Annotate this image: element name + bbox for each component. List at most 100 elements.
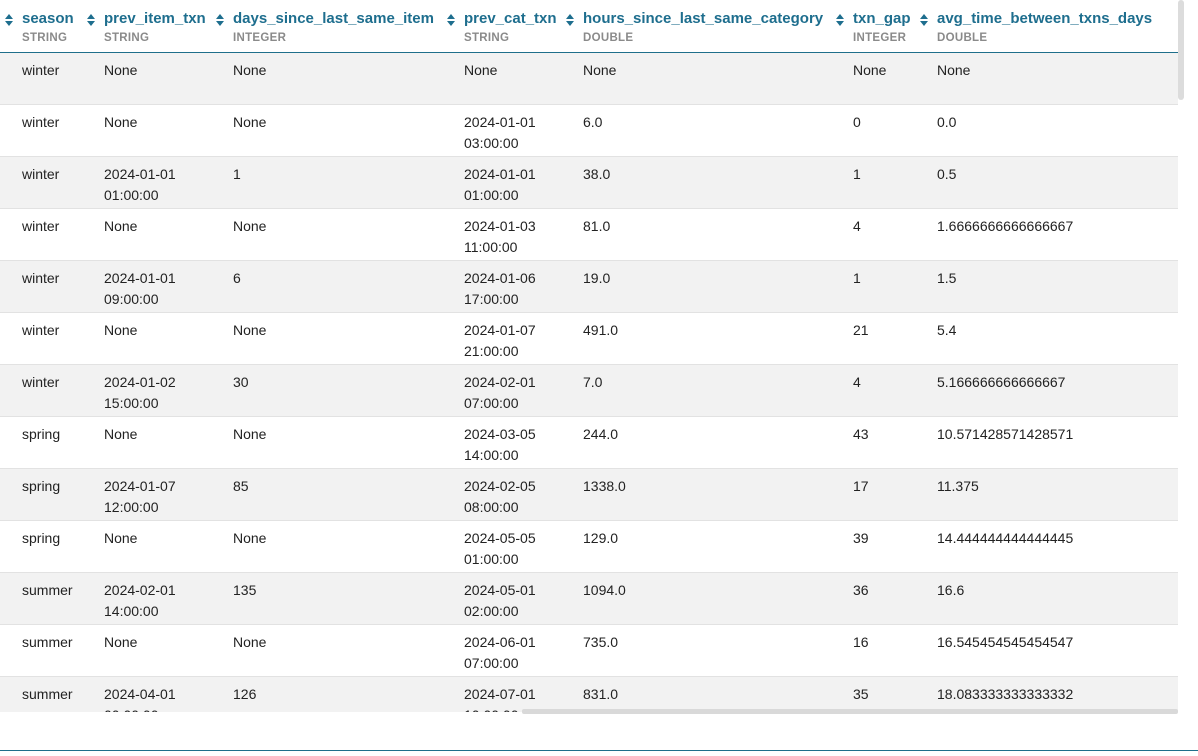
table-cell-prev-item-txn[interactable]: 2024-02-01 14:00:00 <box>104 572 233 625</box>
vertical-scrollbar-thumb[interactable] <box>1178 0 1184 100</box>
table-cell-hours-since-last-same-category[interactable]: 244.0 <box>583 416 853 469</box>
table-cell-hours-since-last-same-category[interactable]: 81.0 <box>583 208 853 261</box>
sort-icon[interactable] <box>835 13 845 27</box>
table-cell-season[interactable]: winter <box>22 260 104 313</box>
sort-icon[interactable] <box>919 13 929 27</box>
table-cell-prev-item-txn[interactable]: None <box>104 104 233 157</box>
table-row[interactable]: winter 2024-01-01 01:00:00 1 2024-01-01 01:… <box>0 156 1178 209</box>
table-cell-hours-since-last-same-category[interactable]: 38.0 <box>583 156 853 209</box>
table-cell-txn-gap[interactable]: 21 <box>853 312 937 365</box>
table-cell-hours-since-last-same-category[interactable]: 735.0 <box>583 624 853 677</box>
table-cell-avg-time-between-txns-days[interactable]: 14.444444444444445 <box>937 520 1178 573</box>
table-row[interactable]: summer 2024-04-01 00:00:00 126 2024-07-01 1… <box>0 676 1178 712</box>
table-cell-avg-time-between-txns-days[interactable]: 1.6666666666666667 <box>937 208 1178 261</box>
table-row[interactable]: winter 2024-01-01 09:00:00 6 2024-01-06 17:… <box>0 260 1178 313</box>
table-cell-season[interactable]: spring <box>22 416 104 469</box>
table-row[interactable]: summer 2024-02-01 14:00:00 135 2024-05-01 0… <box>0 572 1178 625</box>
table-cell-days-since-last-same-item[interactable]: None <box>233 104 464 157</box>
table-cell-prev-item-txn[interactable]: None <box>104 208 233 261</box>
table-cell-hours-since-last-same-category[interactable]: 129.0 <box>583 520 853 573</box>
table-cell-avg-time-between-txns-days[interactable]: None <box>937 52 1178 105</box>
table-cell-txn-gap[interactable]: 36 <box>853 572 937 625</box>
table-cell-avg-time-between-txns-days[interactable]: 0.0 <box>937 104 1178 157</box>
table-cell-hours-since-last-same-category[interactable]: None <box>583 52 853 105</box>
table-row[interactable]: winter 2024-01-02 15:00:00 30 2024-02-01 07… <box>0 364 1178 417</box>
table-cell-prev-cat-txn[interactable]: 2024-01-03 11:00:00 <box>464 208 583 261</box>
table-cell-avg-time-between-txns-days[interactable]: 11.375 <box>937 468 1178 521</box>
table-cell-days-since-last-same-item[interactable]: None <box>233 52 464 105</box>
table-cell-hours-since-last-same-category[interactable]: 6.0 <box>583 104 853 157</box>
table-cell-avg-time-between-txns-days[interactable]: 18.083333333333332 <box>937 676 1178 712</box>
table-cell-hours-since-last-same-category[interactable]: 1338.0 <box>583 468 853 521</box>
table-cell-prev-cat-txn[interactable]: None <box>464 52 583 105</box>
table-cell-prev-cat-txn[interactable]: 2024-01-06 17:00:00 <box>464 260 583 313</box>
table-cell-days-since-last-same-item[interactable]: None <box>233 520 464 573</box>
table-cell-prev-cat-txn[interactable]: 2024-01-01 01:00:00 <box>464 156 583 209</box>
horizontal-scrollbar-thumb[interactable] <box>522 709 1178 714</box>
table-cell-season[interactable]: winter <box>22 364 104 417</box>
table-cell-txn-gap[interactable]: 17 <box>853 468 937 521</box>
table-row[interactable]: spring None None 2024-05-05 01:00:00 129.0 39… <box>0 520 1178 573</box>
table-cell-txn-gap[interactable]: None <box>853 52 937 105</box>
table-cell-avg-time-between-txns-days[interactable]: 16.6 <box>937 572 1178 625</box>
table-cell-prev-cat-txn[interactable]: 2024-01-07 21:00:00 <box>464 312 583 365</box>
table-cell-prev-cat-txn[interactable]: 2024-05-05 01:00:00 <box>464 520 583 573</box>
table-cell-avg-time-between-txns-days[interactable]: 10.571428571428571 <box>937 416 1178 469</box>
table-row[interactable]: spring 2024-01-07 12:00:00 85 2024-02-05 08… <box>0 468 1178 521</box>
table-cell-days-since-last-same-item[interactable]: None <box>233 312 464 365</box>
table-cell-prev-cat-txn[interactable]: 2024-01-01 03:00:00 <box>464 104 583 157</box>
table-cell-season[interactable]: spring <box>22 520 104 573</box>
table-cell-season[interactable]: winter <box>22 156 104 209</box>
table-cell-prev-item-txn[interactable]: None <box>104 312 233 365</box>
table-row[interactable]: summer None None 2024-06-01 07:00:00 735.0 16… <box>0 624 1178 677</box>
table-cell-hours-since-last-same-category[interactable]: 491.0 <box>583 312 853 365</box>
table-cell-days-since-last-same-item[interactable]: 135 <box>233 572 464 625</box>
table-cell-season[interactable]: summer <box>22 572 104 625</box>
table-cell-avg-time-between-txns-days[interactable]: 5.4 <box>937 312 1178 365</box>
table-cell-prev-item-txn[interactable]: None <box>104 416 233 469</box>
sort-icon[interactable] <box>215 13 225 27</box>
sort-icon[interactable] <box>4 13 14 27</box>
table-row[interactable]: winter None None 2024-01-01 03:00:00 6.0 0 0.0 <box>0 104 1178 157</box>
sort-icon[interactable] <box>446 13 456 27</box>
table-cell-days-since-last-same-item[interactable]: 6 <box>233 260 464 313</box>
table-cell-season[interactable]: winter <box>22 52 104 105</box>
table-cell-txn-gap[interactable]: 4 <box>853 364 937 417</box>
column-header-hours-since-last-same-category[interactable]: hours_since_last_same_category DOUBLE <box>566 0 853 53</box>
sort-icon[interactable] <box>565 13 575 27</box>
table-cell-days-since-last-same-item[interactable]: 126 <box>233 676 464 712</box>
table-cell-season[interactable]: winter <box>22 104 104 157</box>
table-cell-prev-cat-txn[interactable]: 2024-02-01 07:00:00 <box>464 364 583 417</box>
table-cell-avg-time-between-txns-days[interactable]: 5.166666666666667 <box>937 364 1178 417</box>
table-cell-prev-item-txn[interactable]: 2024-01-07 12:00:00 <box>104 468 233 521</box>
table-cell-prev-cat-txn[interactable]: 2024-02-05 08:00:00 <box>464 468 583 521</box>
table-cell-prev-item-txn[interactable]: None <box>104 624 233 677</box>
table-cell-txn-gap[interactable]: 4 <box>853 208 937 261</box>
table-cell-season[interactable]: summer <box>22 676 104 712</box>
sort-icon[interactable] <box>86 13 96 27</box>
table-cell-days-since-last-same-item[interactable]: 30 <box>233 364 464 417</box>
table-cell-season[interactable]: winter <box>22 312 104 365</box>
table-cell-days-since-last-same-item[interactable]: None <box>233 208 464 261</box>
table-cell-hours-since-last-same-category[interactable]: 7.0 <box>583 364 853 417</box>
table-cell-season[interactable]: spring <box>22 468 104 521</box>
table-cell-prev-item-txn[interactable]: 2024-01-01 09:00:00 <box>104 260 233 313</box>
table-cell-prev-item-txn[interactable]: None <box>104 52 233 105</box>
table-cell-days-since-last-same-item[interactable]: 1 <box>233 156 464 209</box>
table-cell-txn-gap[interactable]: 16 <box>853 624 937 677</box>
table-cell-avg-time-between-txns-days[interactable]: 0.5 <box>937 156 1178 209</box>
table-cell-prev-item-txn[interactable]: 2024-04-01 00:00:00 <box>104 676 233 712</box>
column-header-days-since-last-same-item[interactable]: days_since_last_same_item INTEGER <box>216 0 464 53</box>
table-cell-prev-cat-txn[interactable]: 2024-03-05 14:00:00 <box>464 416 583 469</box>
table-cell-hours-since-last-same-category[interactable]: 831.0 <box>583 676 853 712</box>
table-cell-season[interactable]: winter <box>22 208 104 261</box>
table-cell-prev-cat-txn[interactable]: 2024-06-01 07:00:00 <box>464 624 583 677</box>
table-cell-prev-item-txn[interactable]: 2024-01-01 01:00:00 <box>104 156 233 209</box>
column-header-avg-time-between-txns-days[interactable]: avg_time_between_txns_days DOUBLE <box>920 0 1178 53</box>
table-cell-txn-gap[interactable]: 43 <box>853 416 937 469</box>
table-cell-hours-since-last-same-category[interactable]: 1094.0 <box>583 572 853 625</box>
table-cell-avg-time-between-txns-days[interactable]: 1.5 <box>937 260 1178 313</box>
table-cell-days-since-last-same-item[interactable]: None <box>233 624 464 677</box>
vertical-scrollbar[interactable] <box>1178 0 1198 712</box>
table-cell-txn-gap[interactable]: 39 <box>853 520 937 573</box>
